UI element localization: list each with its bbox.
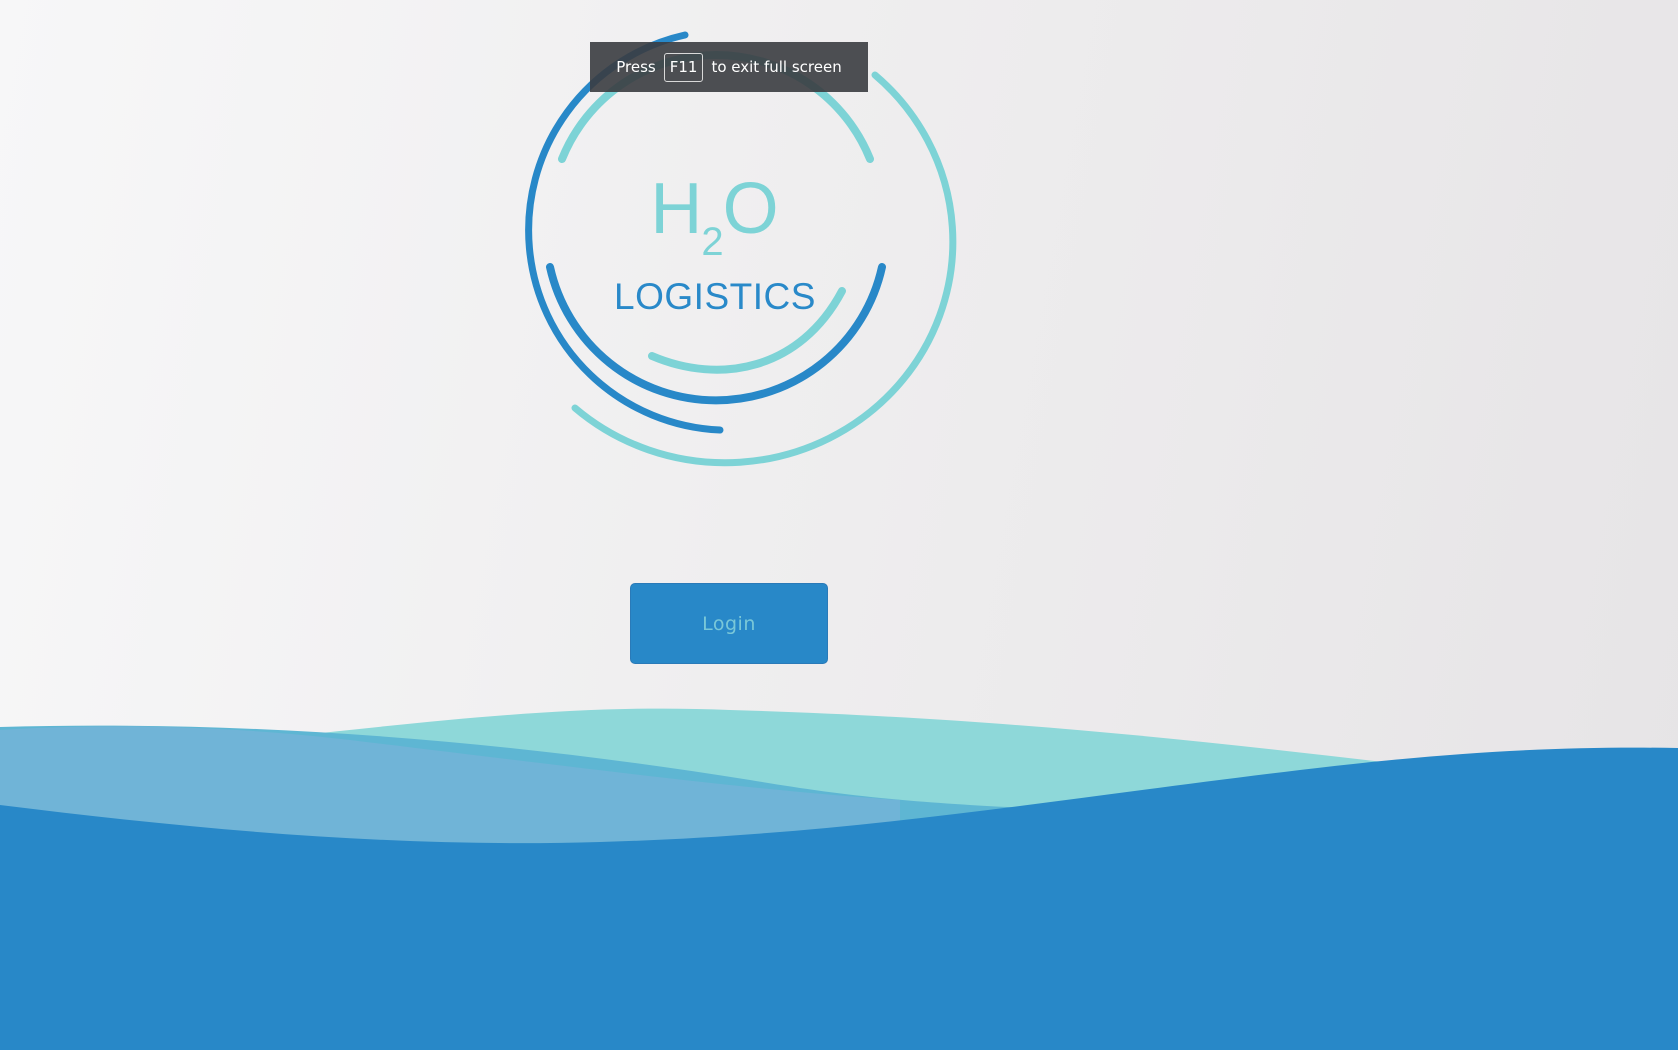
- logo-o-letter: O: [722, 169, 780, 249]
- login-screen: H2O LOGISTICS Press F11 to exit full scr…: [0, 0, 1678, 1050]
- fullscreen-notice-prefix: Press: [616, 58, 656, 76]
- logo-h-letter: H: [650, 169, 704, 249]
- login-button[interactable]: Login: [630, 583, 828, 664]
- logo-subscript-2: 2: [701, 220, 725, 264]
- fullscreen-key-badge: F11: [663, 52, 704, 82]
- fullscreen-notice: Press F11 to exit full screen: [590, 42, 868, 92]
- login-button-label: Login: [702, 612, 756, 635]
- h2o-logistics-logo: H2O LOGISTICS: [500, 25, 960, 475]
- logo-h2o-text: H2O: [500, 173, 930, 262]
- fullscreen-notice-suffix: to exit full screen: [711, 58, 842, 76]
- logo-company-name: LOGISTICS: [614, 276, 816, 317]
